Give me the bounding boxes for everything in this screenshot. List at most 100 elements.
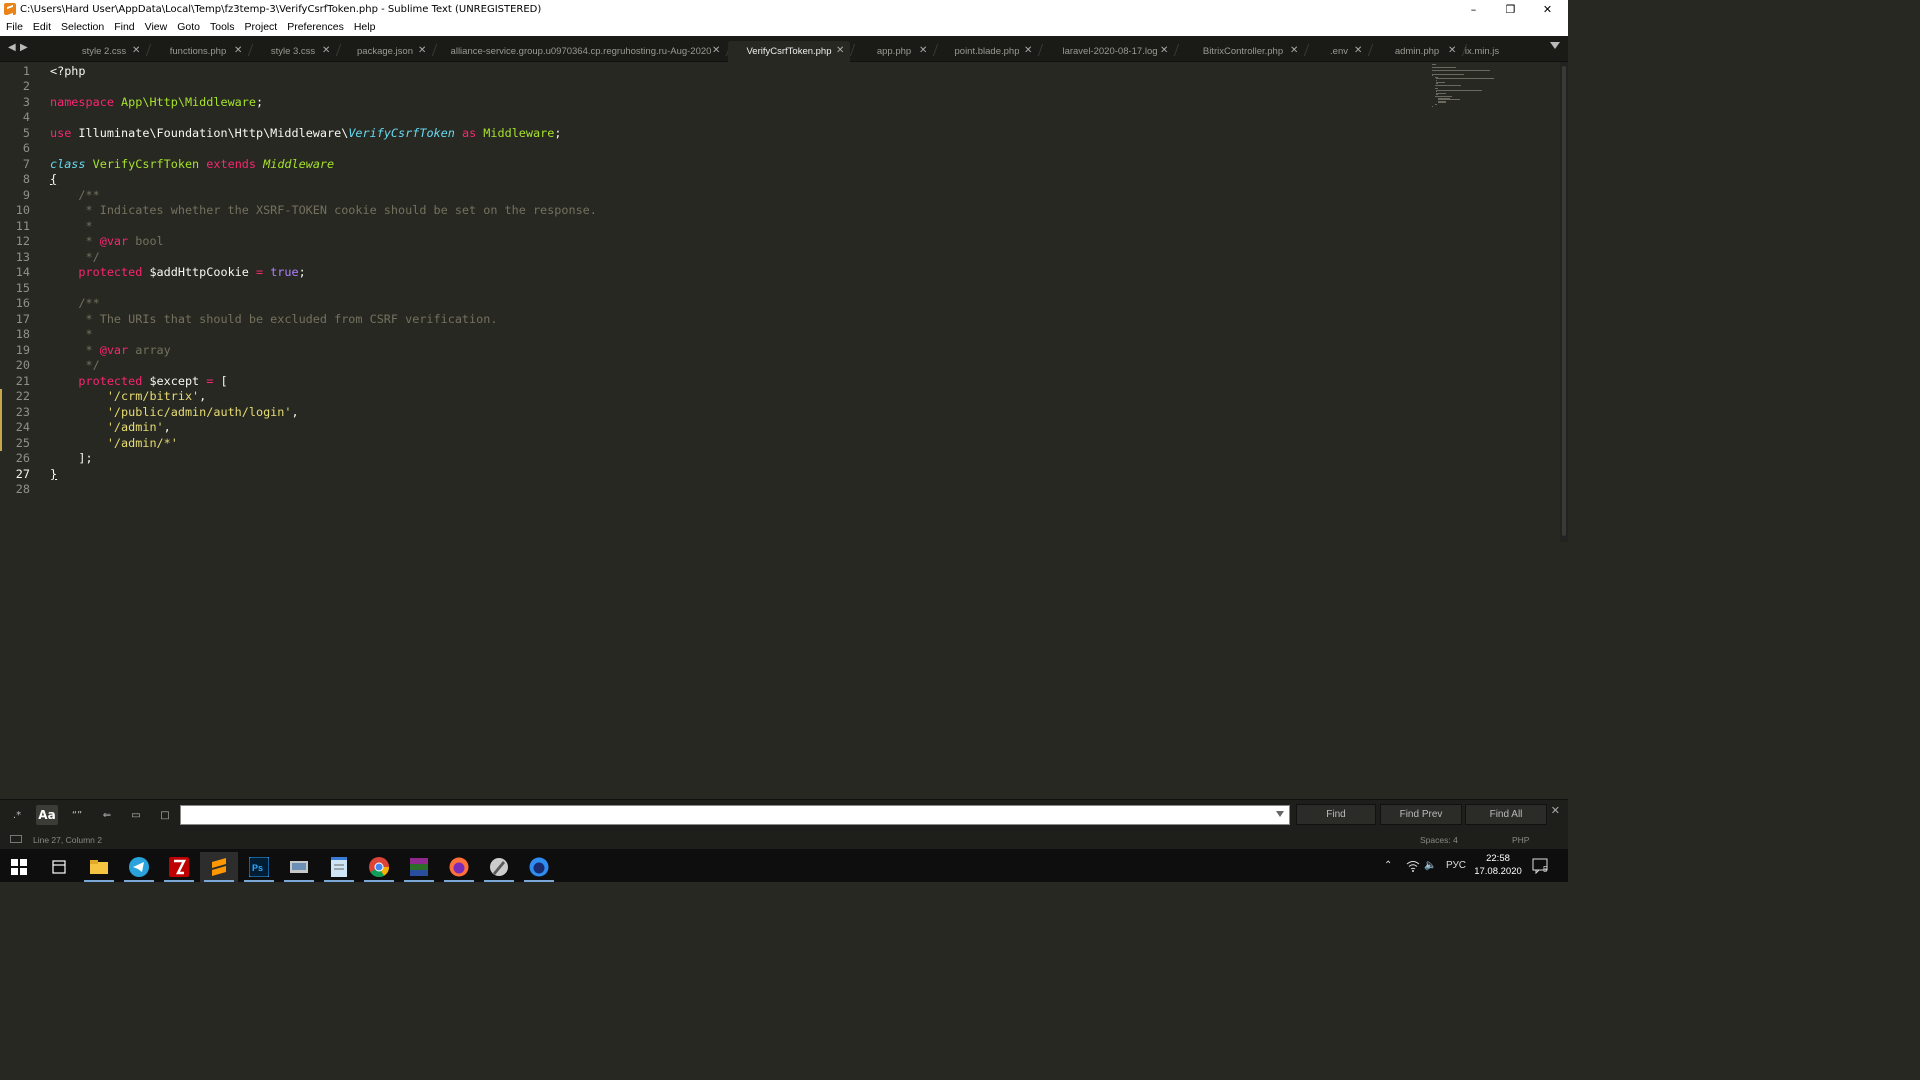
close-button[interactable]: ✕ [1529, 0, 1566, 18]
tray-overflow-icon[interactable]: ⌃ [1384, 849, 1392, 882]
code-line[interactable]: /** [50, 188, 99, 204]
menu-project[interactable]: Project [241, 21, 282, 33]
taskbar-notepad[interactable] [320, 852, 358, 882]
taskbar-firefox[interactable] [440, 852, 478, 882]
tab-4[interactable]: alliance-service.group.u0970364.cp.regru… [436, 41, 726, 62]
find-prev-button[interactable]: Find Prev [1380, 804, 1462, 825]
panel-switcher-icon[interactable] [10, 835, 22, 843]
taskbar-app-2[interactable] [480, 852, 518, 882]
code-line[interactable]: namespace App\Http\Middleware; [50, 95, 263, 111]
code-line[interactable]: class VerifyCsrfToken extends Middleware [50, 157, 334, 173]
tab-7[interactable]: point.blade.php ✕ [936, 41, 1038, 62]
tab-close-icon[interactable]: ✕ [1290, 45, 1298, 56]
taskbar-firefox-dev[interactable] [520, 852, 558, 882]
taskbar-app-1[interactable] [280, 852, 318, 882]
menu-goto[interactable]: Goto [173, 21, 204, 33]
tab-8[interactable]: laravel-2020-08-17.log ✕ [1046, 41, 1174, 62]
whole-word-toggle[interactable]: “” [66, 805, 88, 825]
code-line[interactable]: '/crm/bitrix', [50, 389, 206, 405]
tab-close-icon[interactable]: ✕ [322, 45, 330, 56]
syntax-status[interactable]: PHP [1512, 835, 1529, 845]
tab-close-icon[interactable]: ✕ [1354, 45, 1362, 56]
code-line[interactable]: * @var array [50, 343, 171, 359]
find-button[interactable]: Find [1296, 804, 1376, 825]
tab-1[interactable]: functions.php ✕ [148, 41, 248, 62]
scrollbar-thumb[interactable] [1562, 66, 1566, 536]
wrap-toggle[interactable]: ⇐ [96, 805, 118, 825]
volume-icon[interactable]: 🔈 [1424, 849, 1436, 882]
tab-10[interactable]: .env ✕ [1310, 41, 1368, 62]
code-line[interactable]: * [50, 219, 93, 235]
tab-12[interactable]: ix.min.js [1445, 41, 1519, 62]
code-line[interactable]: /** [50, 296, 99, 312]
code-line[interactable]: * The URIs that should be excluded from … [50, 312, 498, 328]
tab-close-icon[interactable]: ✕ [1160, 45, 1168, 56]
code-line[interactable]: * [50, 327, 93, 343]
notification-center-button[interactable]: 5 [1532, 849, 1548, 882]
find-history-dropdown-icon[interactable] [1276, 811, 1284, 817]
tab-6[interactable]: app.php ✕ [855, 41, 933, 62]
regex-toggle[interactable]: .* [6, 805, 28, 825]
code-line[interactable]: protected $addHttpCookie = true; [50, 265, 305, 281]
restore-button[interactable]: ❐ [1492, 0, 1529, 18]
code-line[interactable]: ]; [50, 451, 92, 467]
code-editor[interactable]: 1 2 3 4 5 6 7 8 9 10 11 12 13 14 15 16 17 18 19 20 21 22 23 24 2… [0, 62, 1568, 799]
tab-close-icon[interactable]: ✕ [1024, 45, 1032, 56]
menu-view[interactable]: View [141, 21, 172, 33]
start-button[interactable] [0, 852, 38, 882]
find-input[interactable] [180, 805, 1290, 825]
tab-scroll-left-icon[interactable]: ◀ [8, 42, 16, 53]
highlight-matches-toggle[interactable]: □ [154, 805, 176, 825]
code-line[interactable]: '/public/admin/auth/login', [50, 405, 299, 421]
tab-close-icon[interactable]: ✕ [234, 45, 242, 56]
menu-find[interactable]: Find [110, 21, 138, 33]
code-line[interactable]: * @var bool [50, 234, 164, 250]
menu-help[interactable]: Help [350, 21, 380, 33]
taskbar-filezilla[interactable] [160, 852, 198, 882]
case-sensitive-toggle[interactable]: Aa [36, 805, 58, 825]
tab-9[interactable]: BitrixController.php ✕ [1182, 41, 1304, 62]
taskbar-chrome[interactable] [360, 852, 398, 882]
taskbar-winrar[interactable] [400, 852, 438, 882]
code-line[interactable]: */ [50, 250, 100, 266]
taskbar-clock[interactable]: 22:58 17.08.2020 [1474, 852, 1522, 878]
menu-edit[interactable]: Edit [29, 21, 55, 33]
menu-file[interactable]: File [2, 21, 27, 33]
tab-5[interactable]: VerifyCsrfToken.php ✕ [728, 41, 850, 62]
code-line[interactable]: '/admin/*' [50, 436, 178, 452]
code-line[interactable]: { [50, 172, 57, 188]
minimap[interactable] [1432, 64, 1512, 112]
tab-2[interactable]: style 3.css ✕ [250, 41, 336, 62]
taskbar-explorer[interactable] [80, 852, 118, 882]
task-view-button[interactable] [40, 852, 78, 882]
minimize-button[interactable]: – [1455, 0, 1492, 18]
language-indicator[interactable]: РУС [1446, 849, 1466, 882]
menu-tools[interactable]: Tools [206, 21, 239, 33]
in-selection-toggle[interactable]: ▭ [125, 805, 147, 825]
tab-close-icon[interactable]: ✕ [712, 45, 720, 56]
code-line[interactable]: */ [50, 358, 100, 374]
taskbar-photoshop[interactable]: Ps [240, 852, 278, 882]
tab-0[interactable]: style 2.css ✕ [62, 41, 146, 62]
menu-preferences[interactable]: Preferences [283, 21, 348, 33]
code-line[interactable]: use Illuminate\Foundation\Http\Middlewar… [50, 126, 561, 142]
tab-close-icon[interactable]: ✕ [919, 45, 927, 56]
menu-selection[interactable]: Selection [57, 21, 108, 33]
tab-3[interactable]: package.json ✕ [338, 41, 432, 62]
find-panel-close-icon[interactable]: ✕ [1551, 804, 1560, 817]
code-line[interactable]: } [50, 467, 57, 483]
taskbar-telegram[interactable] [120, 852, 158, 882]
find-all-button[interactable]: Find All [1465, 804, 1547, 825]
vertical-scrollbar[interactable] [1560, 62, 1568, 542]
code-line[interactable]: '/admin', [50, 420, 171, 436]
code-line[interactable]: * Indicates whether the XSRF-TOKEN cooki… [50, 203, 597, 219]
code-line[interactable]: protected $except = [ [50, 374, 227, 390]
network-icon[interactable] [1406, 849, 1420, 882]
tab-close-icon[interactable]: ✕ [132, 45, 140, 56]
tab-scroll-right-icon[interactable]: ▶ [20, 42, 28, 53]
taskbar-sublime-text[interactable] [200, 852, 238, 882]
tab-close-icon[interactable]: ✕ [836, 45, 844, 56]
tab-list-dropdown-icon[interactable] [1550, 42, 1560, 49]
code-line[interactable]: <?php [50, 64, 86, 80]
indentation-status[interactable]: Spaces: 4 [1420, 835, 1458, 845]
